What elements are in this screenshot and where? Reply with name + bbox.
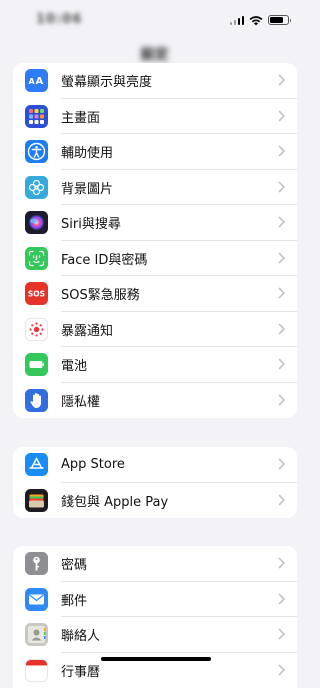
app-store-icon bbox=[25, 453, 48, 476]
settings-row-label: 聯絡人 bbox=[61, 625, 100, 644]
chevron-right-icon bbox=[278, 458, 285, 470]
settings-row-wallpaper[interactable]: 背景圖片 bbox=[13, 170, 297, 206]
svg-text:SOS: SOS bbox=[28, 290, 45, 299]
cellular-signal-icon bbox=[230, 15, 245, 25]
settings-row-label: 錢包與 Apple Pay bbox=[61, 491, 168, 510]
wallet-icon bbox=[25, 489, 48, 512]
chevron-right-icon bbox=[278, 216, 285, 228]
sos-icon: SOS bbox=[25, 282, 48, 305]
settings-row-label: 行事曆 bbox=[61, 661, 100, 680]
settings-row-home-screen[interactable]: 主畫面 bbox=[13, 99, 297, 135]
status-time: 10:06 bbox=[36, 12, 82, 27]
mail-icon bbox=[25, 588, 48, 611]
settings-row-wallet-apple-pay[interactable]: 錢包與 Apple Pay bbox=[13, 483, 297, 519]
battery-status-icon bbox=[268, 15, 289, 25]
settings-group-display: AA 螢幕顯示與亮度 主畫面 輔助使用 背景圖片 bbox=[13, 63, 297, 418]
chevron-right-icon bbox=[278, 628, 285, 640]
settings-row-label: App Store bbox=[61, 457, 125, 472]
accessibility-icon bbox=[25, 140, 48, 163]
settings-row-face-id-passcode[interactable]: Face ID與密碼 bbox=[13, 241, 297, 277]
settings-row-label: 暴露通知 bbox=[61, 320, 113, 339]
svg-text:A: A bbox=[36, 76, 44, 87]
settings-row-label: 背景圖片 bbox=[61, 178, 113, 197]
settings-row-privacy[interactable]: 隱私權 bbox=[13, 383, 297, 419]
settings-row-exposure-notifications[interactable]: 暴露通知 bbox=[13, 312, 297, 348]
settings-row-label: 密碼 bbox=[61, 554, 87, 573]
chevron-right-icon bbox=[278, 74, 285, 86]
settings-row-label: Face ID與密碼 bbox=[61, 249, 147, 268]
battery-icon bbox=[25, 353, 48, 376]
settings-row-accessibility[interactable]: 輔助使用 bbox=[13, 134, 297, 170]
privacy-hand-icon bbox=[25, 389, 48, 412]
settings-row-battery[interactable]: 電池 bbox=[13, 347, 297, 383]
chevron-right-icon bbox=[278, 145, 285, 157]
settings-row-label: 主畫面 bbox=[61, 107, 100, 126]
settings-row-emergency-sos[interactable]: SOS SOS緊急服務 bbox=[13, 276, 297, 312]
wifi-icon bbox=[249, 15, 263, 26]
settings-row-label: Siri與搜尋 bbox=[61, 213, 121, 232]
siri-icon bbox=[25, 211, 48, 234]
status-bar: 10:06 bbox=[0, 0, 309, 40]
home-screen-icon bbox=[25, 105, 48, 128]
page-title: 設定 bbox=[0, 44, 309, 64]
face-id-icon bbox=[25, 247, 48, 270]
svg-text:A: A bbox=[29, 77, 36, 86]
chevron-right-icon bbox=[278, 287, 285, 299]
exposure-notification-icon bbox=[25, 318, 48, 341]
contacts-icon bbox=[25, 623, 48, 646]
chevron-right-icon bbox=[278, 110, 285, 122]
settings-row-contacts[interactable]: 聯絡人 bbox=[13, 617, 297, 653]
settings-row-mail[interactable]: 郵件 bbox=[13, 582, 297, 618]
chevron-right-icon bbox=[278, 323, 285, 335]
status-icons bbox=[230, 14, 290, 26]
calendar-icon bbox=[25, 659, 48, 682]
chevron-right-icon bbox=[278, 664, 285, 676]
settings-row-siri-search[interactable]: Siri與搜尋 bbox=[13, 205, 297, 241]
settings-group-store: App Store 錢包與 Apple Pay bbox=[13, 447, 297, 518]
chevron-right-icon bbox=[278, 252, 285, 264]
display-brightness-icon: AA bbox=[25, 69, 48, 92]
settings-row-label: 螢幕顯示與亮度 bbox=[61, 71, 152, 90]
chevron-right-icon bbox=[278, 593, 285, 605]
home-indicator[interactable] bbox=[101, 657, 211, 661]
chevron-right-icon bbox=[278, 557, 285, 569]
settings-row-label: 電池 bbox=[61, 355, 87, 374]
settings-row-label: 輔助使用 bbox=[61, 142, 113, 161]
wallpaper-icon bbox=[25, 176, 48, 199]
chevron-right-icon bbox=[278, 181, 285, 193]
chevron-right-icon bbox=[278, 494, 285, 506]
settings-row-passwords[interactable]: 密碼 bbox=[13, 546, 297, 582]
chevron-right-icon bbox=[278, 358, 285, 370]
chevron-right-icon bbox=[278, 394, 285, 406]
key-icon bbox=[25, 552, 48, 575]
settings-row-display-brightness[interactable]: AA 螢幕顯示與亮度 bbox=[13, 63, 297, 99]
settings-row-label: 隱私權 bbox=[61, 391, 100, 410]
settings-row-label: SOS緊急服務 bbox=[61, 284, 140, 303]
settings-row-label: 郵件 bbox=[61, 590, 87, 609]
settings-row-app-store[interactable]: App Store bbox=[13, 447, 297, 483]
